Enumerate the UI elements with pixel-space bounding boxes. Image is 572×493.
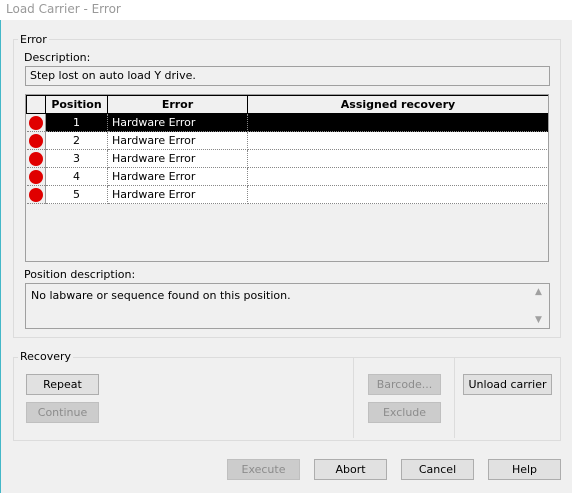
position-description-field[interactable]: No labware or sequence found on this pos… [25, 283, 550, 329]
row-error: Hardware Error [107, 113, 248, 132]
column-header-indicator[interactable] [26, 95, 46, 114]
table-row[interactable]: 4 Hardware Error [26, 167, 548, 186]
title-bar: Load Carrier - Error [0, 0, 572, 20]
row-error: Hardware Error [107, 185, 248, 204]
table-row[interactable]: 5 Hardware Error [26, 185, 548, 204]
row-error: Hardware Error [107, 167, 248, 186]
row-position: 5 [45, 185, 108, 204]
row-recovery [247, 131, 548, 150]
execute-button[interactable]: Execute [227, 459, 300, 480]
position-description-text: No labware or sequence found on this pos… [31, 289, 291, 302]
recovery-divider [353, 358, 354, 438]
table-row[interactable]: 3 Hardware Error [26, 149, 548, 168]
error-table[interactable]: Position Error Assigned recovery 1 Hardw… [25, 94, 549, 262]
exclude-button[interactable]: Exclude [368, 402, 441, 423]
position-description-scrollbar[interactable]: ▲ ▼ [533, 285, 548, 327]
recovery-group-title: Recovery [18, 350, 74, 363]
column-header-recovery[interactable]: Assigned recovery [247, 95, 548, 114]
row-position: 4 [45, 167, 108, 186]
barcode-button[interactable]: Barcode... [368, 374, 441, 395]
description-field: Step lost on auto load Y drive. [25, 66, 550, 86]
row-position: 3 [45, 149, 108, 168]
error-group-title: Error [18, 33, 49, 46]
row-recovery [247, 113, 548, 132]
error-indicator-icon [28, 169, 43, 184]
row-position: 1 [45, 113, 108, 132]
row-recovery [247, 185, 548, 204]
row-error: Hardware Error [107, 149, 248, 168]
continue-button[interactable]: Continue [26, 402, 99, 423]
position-description-label: Position description: [24, 268, 136, 281]
table-row[interactable]: 1 Hardware Error [26, 113, 548, 132]
repeat-button[interactable]: Repeat [26, 374, 99, 395]
abort-button[interactable]: Abort [314, 459, 387, 480]
cancel-button[interactable]: Cancel [401, 459, 474, 480]
scroll-up-icon[interactable]: ▲ [535, 287, 542, 297]
error-indicator-icon [28, 151, 43, 166]
column-header-position[interactable]: Position [45, 95, 108, 114]
help-button[interactable]: Help [488, 459, 561, 480]
row-error: Hardware Error [107, 131, 248, 150]
window-title: Load Carrier - Error [6, 2, 121, 16]
description-label: Description: [24, 51, 91, 64]
row-position: 2 [45, 131, 108, 150]
table-row[interactable]: 2 Hardware Error [26, 131, 548, 150]
recovery-group [13, 357, 561, 441]
error-indicator-icon [28, 133, 43, 148]
row-recovery [247, 167, 548, 186]
recovery-divider [454, 358, 455, 438]
error-indicator-icon [28, 187, 43, 202]
error-indicator-icon [28, 115, 43, 130]
column-header-error[interactable]: Error [107, 95, 248, 114]
unload-carrier-button[interactable]: Unload carrier [463, 374, 552, 395]
row-recovery [247, 149, 548, 168]
scroll-down-icon[interactable]: ▼ [535, 315, 542, 325]
window-edge [0, 0, 1, 493]
